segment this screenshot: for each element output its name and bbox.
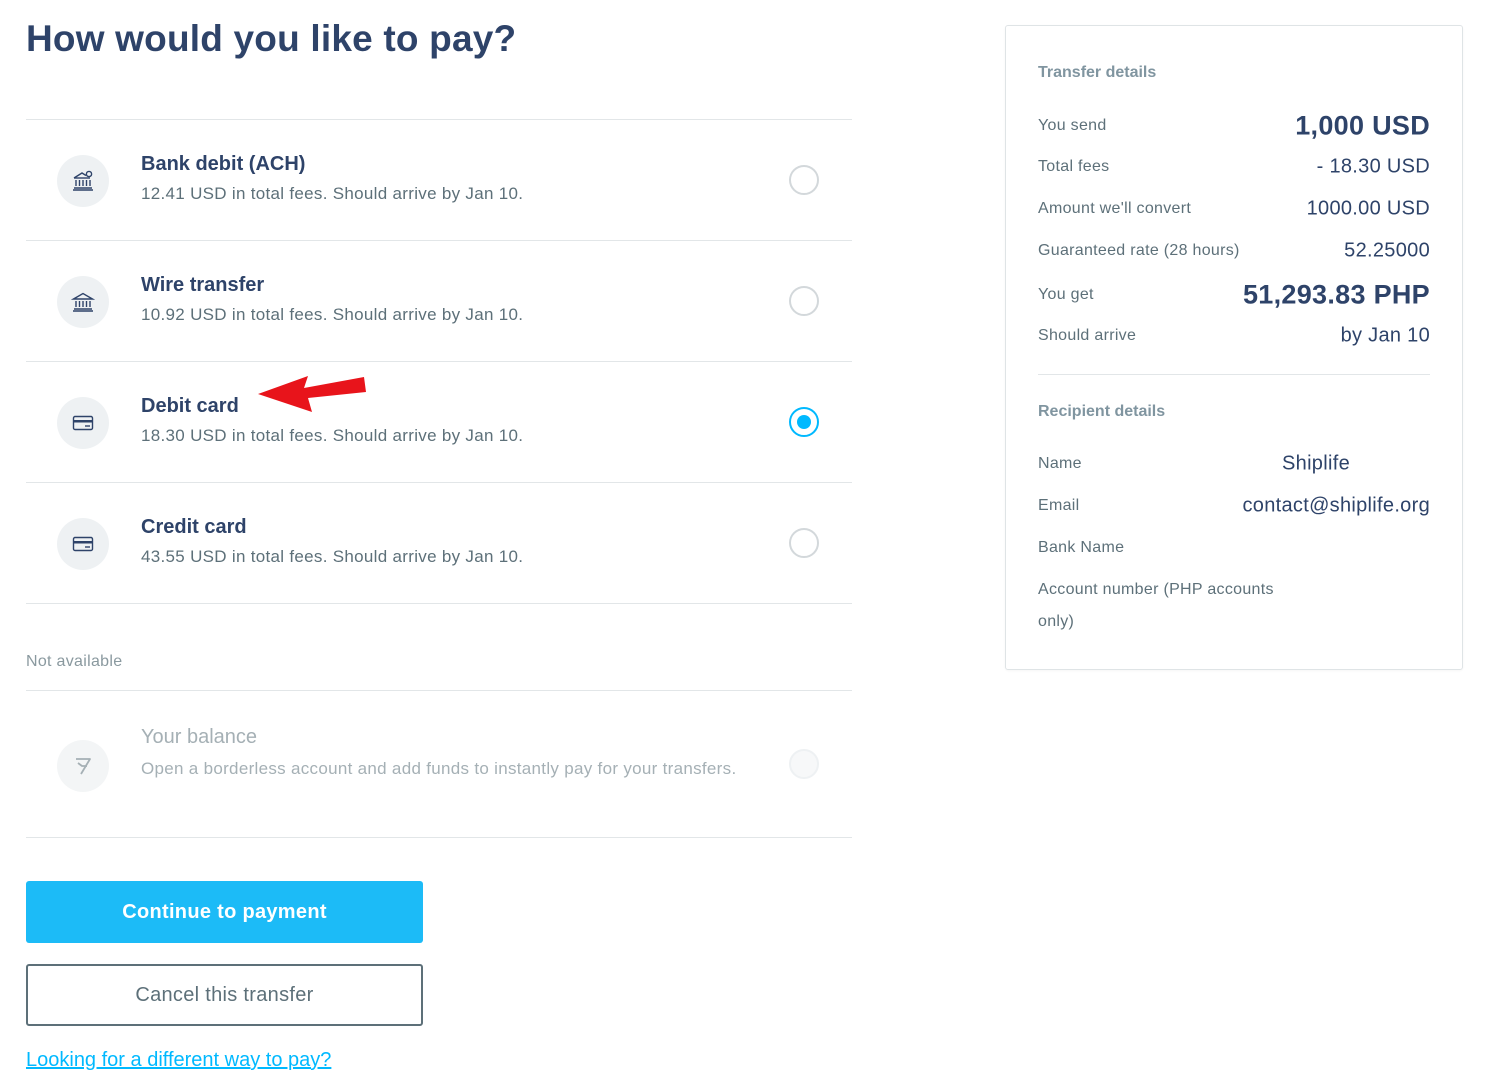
detail-label: You send	[1038, 117, 1107, 134]
cancel-transfer-button[interactable]: Cancel this transfer	[26, 964, 423, 1026]
detail-row-should-arrive: Should arrive by Jan 10	[1038, 316, 1430, 356]
page-title: How would you like to pay?	[26, 18, 517, 59]
option-description: 43.55 USD in total fees. Should arrive b…	[141, 547, 524, 566]
bank-icon	[57, 276, 109, 328]
detail-label: Account number (PHP accounts	[1038, 581, 1274, 598]
option-description: Open a borderless account and add funds …	[141, 759, 737, 778]
detail-row-name: Name Shiplife	[1038, 444, 1430, 484]
detail-label: Bank Name	[1038, 539, 1125, 556]
detail-label: only)	[1038, 613, 1075, 630]
detail-label: Name	[1038, 455, 1082, 472]
option-description: 10.92 USD in total fees. Should arrive b…	[141, 305, 524, 324]
transfer-summary-card: Transfer details You send 1,000 USD Tota…	[1005, 25, 1463, 670]
radio-debit-card-selected[interactable]	[789, 407, 819, 437]
detail-row-guaranteed-rate: Guaranteed rate (28 hours) 52.25000	[1038, 231, 1430, 271]
detail-label: You get	[1038, 286, 1094, 303]
detail-row-account-number-cont: only)	[1038, 602, 1430, 642]
radio-bank-debit[interactable]	[789, 165, 819, 195]
borderless-logo-icon	[57, 740, 109, 792]
not-available-heading: Not available	[26, 653, 123, 670]
radio-wire-transfer[interactable]	[789, 286, 819, 316]
continue-to-payment-button[interactable]: Continue to payment	[26, 881, 423, 943]
detail-value: - 18.30 USD	[1316, 155, 1430, 178]
detail-row-amount-convert: Amount we'll convert 1000.00 USD	[1038, 189, 1430, 229]
payment-options-list: Bank debit (ACH) 12.41 USD in total fees…	[26, 119, 852, 604]
detail-label: Amount we'll convert	[1038, 200, 1192, 217]
detail-label: Guaranteed rate (28 hours)	[1038, 242, 1240, 259]
detail-value: contact@shiplife.org	[1242, 494, 1430, 517]
card-divider	[1038, 374, 1430, 375]
payment-option-wire-transfer[interactable]: Wire transfer 10.92 USD in total fees. S…	[26, 240, 852, 361]
card-icon	[57, 518, 109, 570]
annotation-arrow-icon	[258, 376, 366, 412]
detail-row-total-fees: Total fees - 18.30 USD	[1038, 147, 1430, 187]
option-description: 18.30 USD in total fees. Should arrive b…	[141, 426, 524, 445]
radio-your-balance-disabled	[789, 749, 819, 779]
detail-value: by Jan 10	[1340, 324, 1430, 347]
detail-label: Should arrive	[1038, 327, 1137, 344]
payment-option-your-balance: Your balance Open a borderless account a…	[26, 690, 852, 838]
payment-option-debit-card[interactable]: Debit card 18.30 USD in total fees. Shou…	[26, 361, 852, 482]
transfer-details-heading: Transfer details	[1038, 64, 1157, 81]
payment-option-bank-debit[interactable]: Bank debit (ACH) 12.41 USD in total fees…	[26, 119, 852, 240]
detail-row-you-send: You send 1,000 USD	[1038, 106, 1430, 146]
detail-row-email: Email contact@shiplife.org	[1038, 486, 1430, 526]
detail-value: 1000.00 USD	[1306, 197, 1430, 220]
recipient-details-heading: Recipient details	[1038, 403, 1166, 420]
detail-value: 52.25000	[1344, 239, 1430, 262]
card-icon	[57, 397, 109, 449]
different-way-to-pay-link[interactable]: Looking for a different way to pay?	[26, 1049, 331, 1072]
detail-value: 51,293.83 PHP	[1242, 279, 1430, 310]
detail-value: Shiplife	[1282, 452, 1350, 475]
payment-option-credit-card[interactable]: Credit card 43.55 USD in total fees. Sho…	[26, 482, 852, 604]
option-title: Your balance	[141, 726, 258, 748]
radio-credit-card[interactable]	[789, 528, 819, 558]
option-title: Bank debit (ACH)	[141, 153, 306, 175]
option-title: Credit card	[141, 516, 247, 538]
detail-label: Total fees	[1038, 158, 1110, 175]
detail-row-bank-name: Bank Name	[1038, 528, 1430, 568]
bank-debit-icon	[57, 155, 109, 207]
detail-label: Email	[1038, 497, 1080, 514]
option-description: 12.41 USD in total fees. Should arrive b…	[141, 184, 524, 203]
option-title: Debit card	[141, 395, 239, 417]
detail-value: 1,000 USD	[1295, 110, 1430, 141]
detail-row-you-get: You get 51,293.83 PHP	[1038, 275, 1430, 315]
unavailable-options-list: Your balance Open a borderless account a…	[26, 690, 852, 838]
option-title: Wire transfer	[141, 274, 265, 296]
